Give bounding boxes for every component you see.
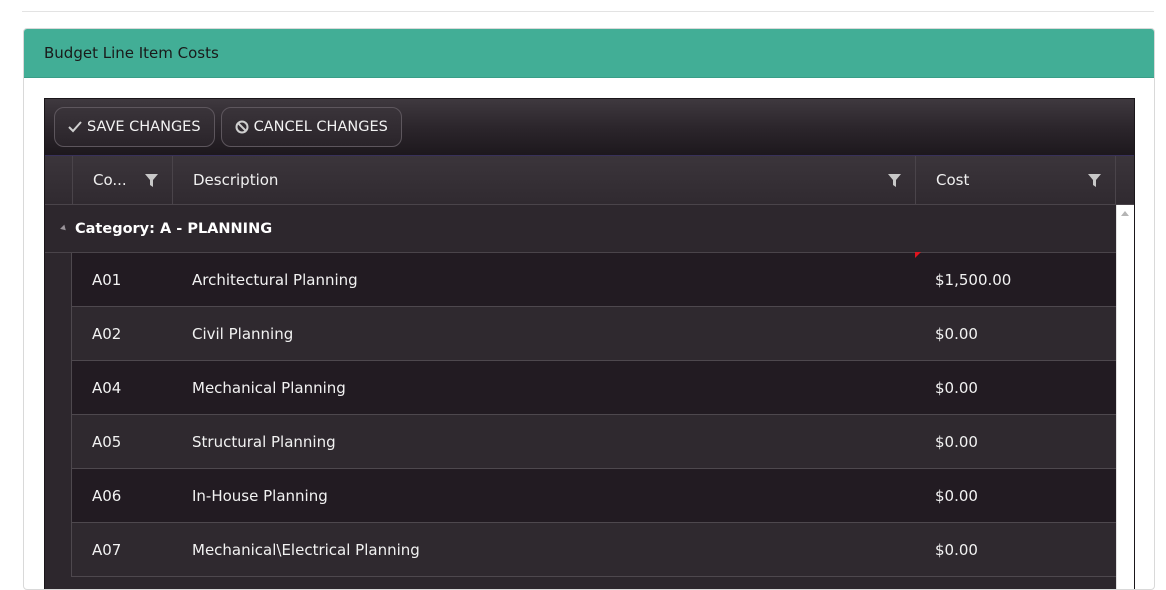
cell-description[interactable]: Structural Planning xyxy=(172,433,915,451)
code-filter-icon[interactable] xyxy=(145,173,158,191)
cell-description[interactable]: In-House Planning xyxy=(172,487,915,505)
cell-code[interactable]: A01 xyxy=(72,271,172,289)
cell-cost[interactable]: $0.00 xyxy=(915,379,1115,397)
grid-toolbar: SAVE CHANGES CANCEL CHANGES xyxy=(45,99,1134,156)
grid-body: Category: A - PLANNING A01 Architectural… xyxy=(45,205,1134,589)
collapse-arrow-icon[interactable] xyxy=(60,224,68,233)
table-row[interactable]: A04 Mechanical Planning $0.00 xyxy=(71,361,1117,415)
column-header-cost[interactable]: Cost xyxy=(916,156,1116,204)
table-row[interactable]: A02 Civil Planning $0.00 xyxy=(71,307,1117,361)
cell-description[interactable]: Mechanical\Electrical Planning xyxy=(172,541,915,559)
table-row[interactable]: A07 Mechanical\Electrical Planning $0.00 xyxy=(71,523,1117,577)
group-indent-header xyxy=(45,156,73,204)
cell-cost[interactable]: $1,500.00 xyxy=(915,271,1115,289)
table-row[interactable]: A01 Architectural Planning $1,500.00 xyxy=(71,252,1117,307)
description-filter-icon[interactable] xyxy=(888,173,901,191)
cell-code[interactable]: A04 xyxy=(72,379,172,397)
cell-description[interactable]: Architectural Planning xyxy=(172,271,915,289)
table-row[interactable]: A06 In-House Planning $0.00 xyxy=(71,469,1117,523)
header-scroll-spacer xyxy=(1116,156,1134,204)
column-header-code[interactable]: Co... xyxy=(73,156,173,204)
check-icon xyxy=(68,121,82,133)
budget-grid: SAVE CHANGES CANCEL CHANGES Co... Descri… xyxy=(44,98,1135,589)
group-label: Category: A - PLANNING xyxy=(75,220,273,237)
cell-cost[interactable]: $0.00 xyxy=(915,325,1115,343)
cell-cost[interactable]: $0.00 xyxy=(915,487,1115,505)
top-divider xyxy=(22,11,1154,12)
cell-description[interactable]: Civil Planning xyxy=(172,325,915,343)
cell-code[interactable]: A05 xyxy=(72,433,172,451)
cancel-changes-label: CANCEL CHANGES xyxy=(253,119,388,135)
column-header-description[interactable]: Description xyxy=(173,156,916,204)
cancel-changes-button[interactable]: CANCEL CHANGES xyxy=(220,107,402,147)
budget-panel: Budget Line Item Costs SAVE CHANGES CANC… xyxy=(23,28,1155,590)
column-header-code-label: Co... xyxy=(93,171,127,189)
cost-filter-icon[interactable] xyxy=(1088,173,1101,191)
cancel-icon xyxy=(235,120,249,134)
cell-cost[interactable]: $0.00 xyxy=(915,433,1115,451)
scroll-up-arrow-icon[interactable] xyxy=(1121,211,1129,216)
dirty-cell-marker xyxy=(915,252,921,258)
table-row[interactable]: A05 Structural Planning $0.00 xyxy=(71,415,1117,469)
group-row[interactable]: Category: A - PLANNING xyxy=(45,205,1116,253)
column-header-cost-label: Cost xyxy=(936,171,970,189)
save-changes-label: SAVE CHANGES xyxy=(87,119,201,135)
save-changes-button[interactable]: SAVE CHANGES xyxy=(54,107,215,147)
vertical-scrollbar[interactable] xyxy=(1116,205,1134,589)
cell-cost[interactable]: $0.00 xyxy=(915,541,1115,559)
cell-code[interactable]: A06 xyxy=(72,487,172,505)
cell-code[interactable]: A07 xyxy=(72,541,172,559)
grid-header-row: Co... Description Cost xyxy=(45,156,1134,205)
panel-header: Budget Line Item Costs xyxy=(24,29,1154,78)
cell-code[interactable]: A02 xyxy=(72,325,172,343)
panel-title: Budget Line Item Costs xyxy=(44,44,219,62)
cell-description[interactable]: Mechanical Planning xyxy=(172,379,915,397)
column-header-description-label: Description xyxy=(193,171,279,189)
